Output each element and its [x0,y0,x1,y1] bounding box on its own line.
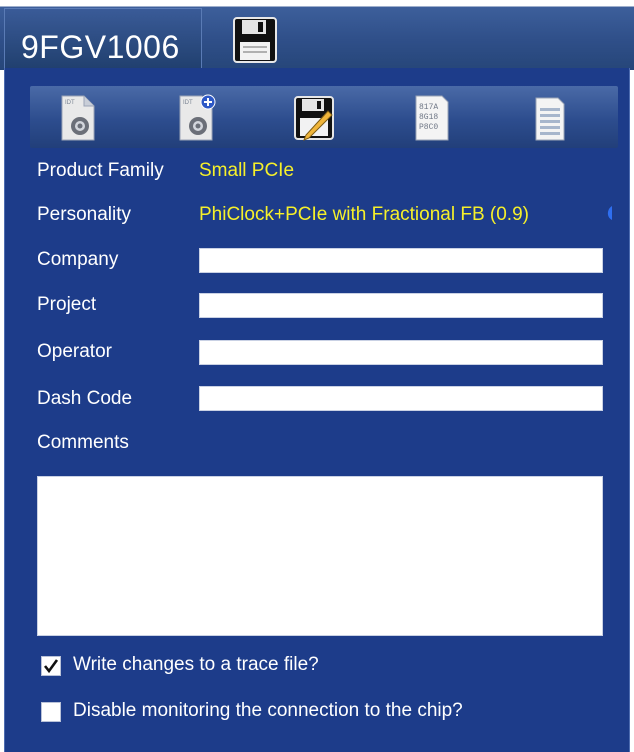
trace-file-label: Write changes to a trace file? [73,654,319,675]
svg-text:IDT: IDT [183,100,193,106]
project-field[interactable] [199,293,603,318]
dash-code-label: Dash Code [37,388,133,409]
disable-monitoring-checkbox[interactable] [41,702,61,722]
toolbar: IDT IDT 817A 8G18 P8C0 [30,86,618,148]
scroll-left-icon[interactable] [605,205,613,221]
save-edit-icon[interactable] [292,94,336,142]
hex-data-document-icon[interactable]: 817A 8G18 P8C0 [410,94,454,142]
personality-value[interactable]: PhiClock+PCIe with Fractional FB (0.9) [199,204,529,226]
device-title: 9FGV1006 [21,29,180,65]
document-list-icon[interactable] [528,94,572,142]
personality-label: Personality [37,204,131,225]
device-configuration-window: 9FGV1006 IDT IDT 817A 8G18 P8C0 Product … [0,0,634,752]
svg-text:817A: 817A [419,103,438,112]
operator-field[interactable] [199,340,603,365]
company-label: Company [37,249,119,270]
disable-monitoring-label: Disable monitoring the connection to the… [73,700,463,721]
company-field[interactable] [199,248,603,273]
svg-text:IDT: IDT [65,100,75,106]
checkmark-icon [43,659,59,674]
project-label: Project [37,294,97,315]
product-family-label: Product Family [37,160,164,181]
svg-text:8G18: 8G18 [419,113,438,122]
trace-file-checkbox[interactable] [41,656,61,676]
operator-label: Operator [37,341,112,362]
dash-code-field[interactable] [199,386,603,411]
svg-text:P8C0: P8C0 [419,123,438,132]
header-bar: 9FGV1006 [0,0,634,70]
settings-document-icon[interactable]: IDT [56,94,100,142]
device-title-tab[interactable]: 9FGV1006 [4,8,202,68]
comments-label: Comments [37,432,129,453]
product-family-value: Small PCIe [199,160,295,181]
floppy-disk-icon[interactable] [232,16,278,64]
add-settings-document-icon[interactable]: IDT [174,94,218,142]
comments-field[interactable] [37,476,603,636]
configuration-panel: IDT IDT 817A 8G18 P8C0 Product Family Sm… [4,68,630,752]
